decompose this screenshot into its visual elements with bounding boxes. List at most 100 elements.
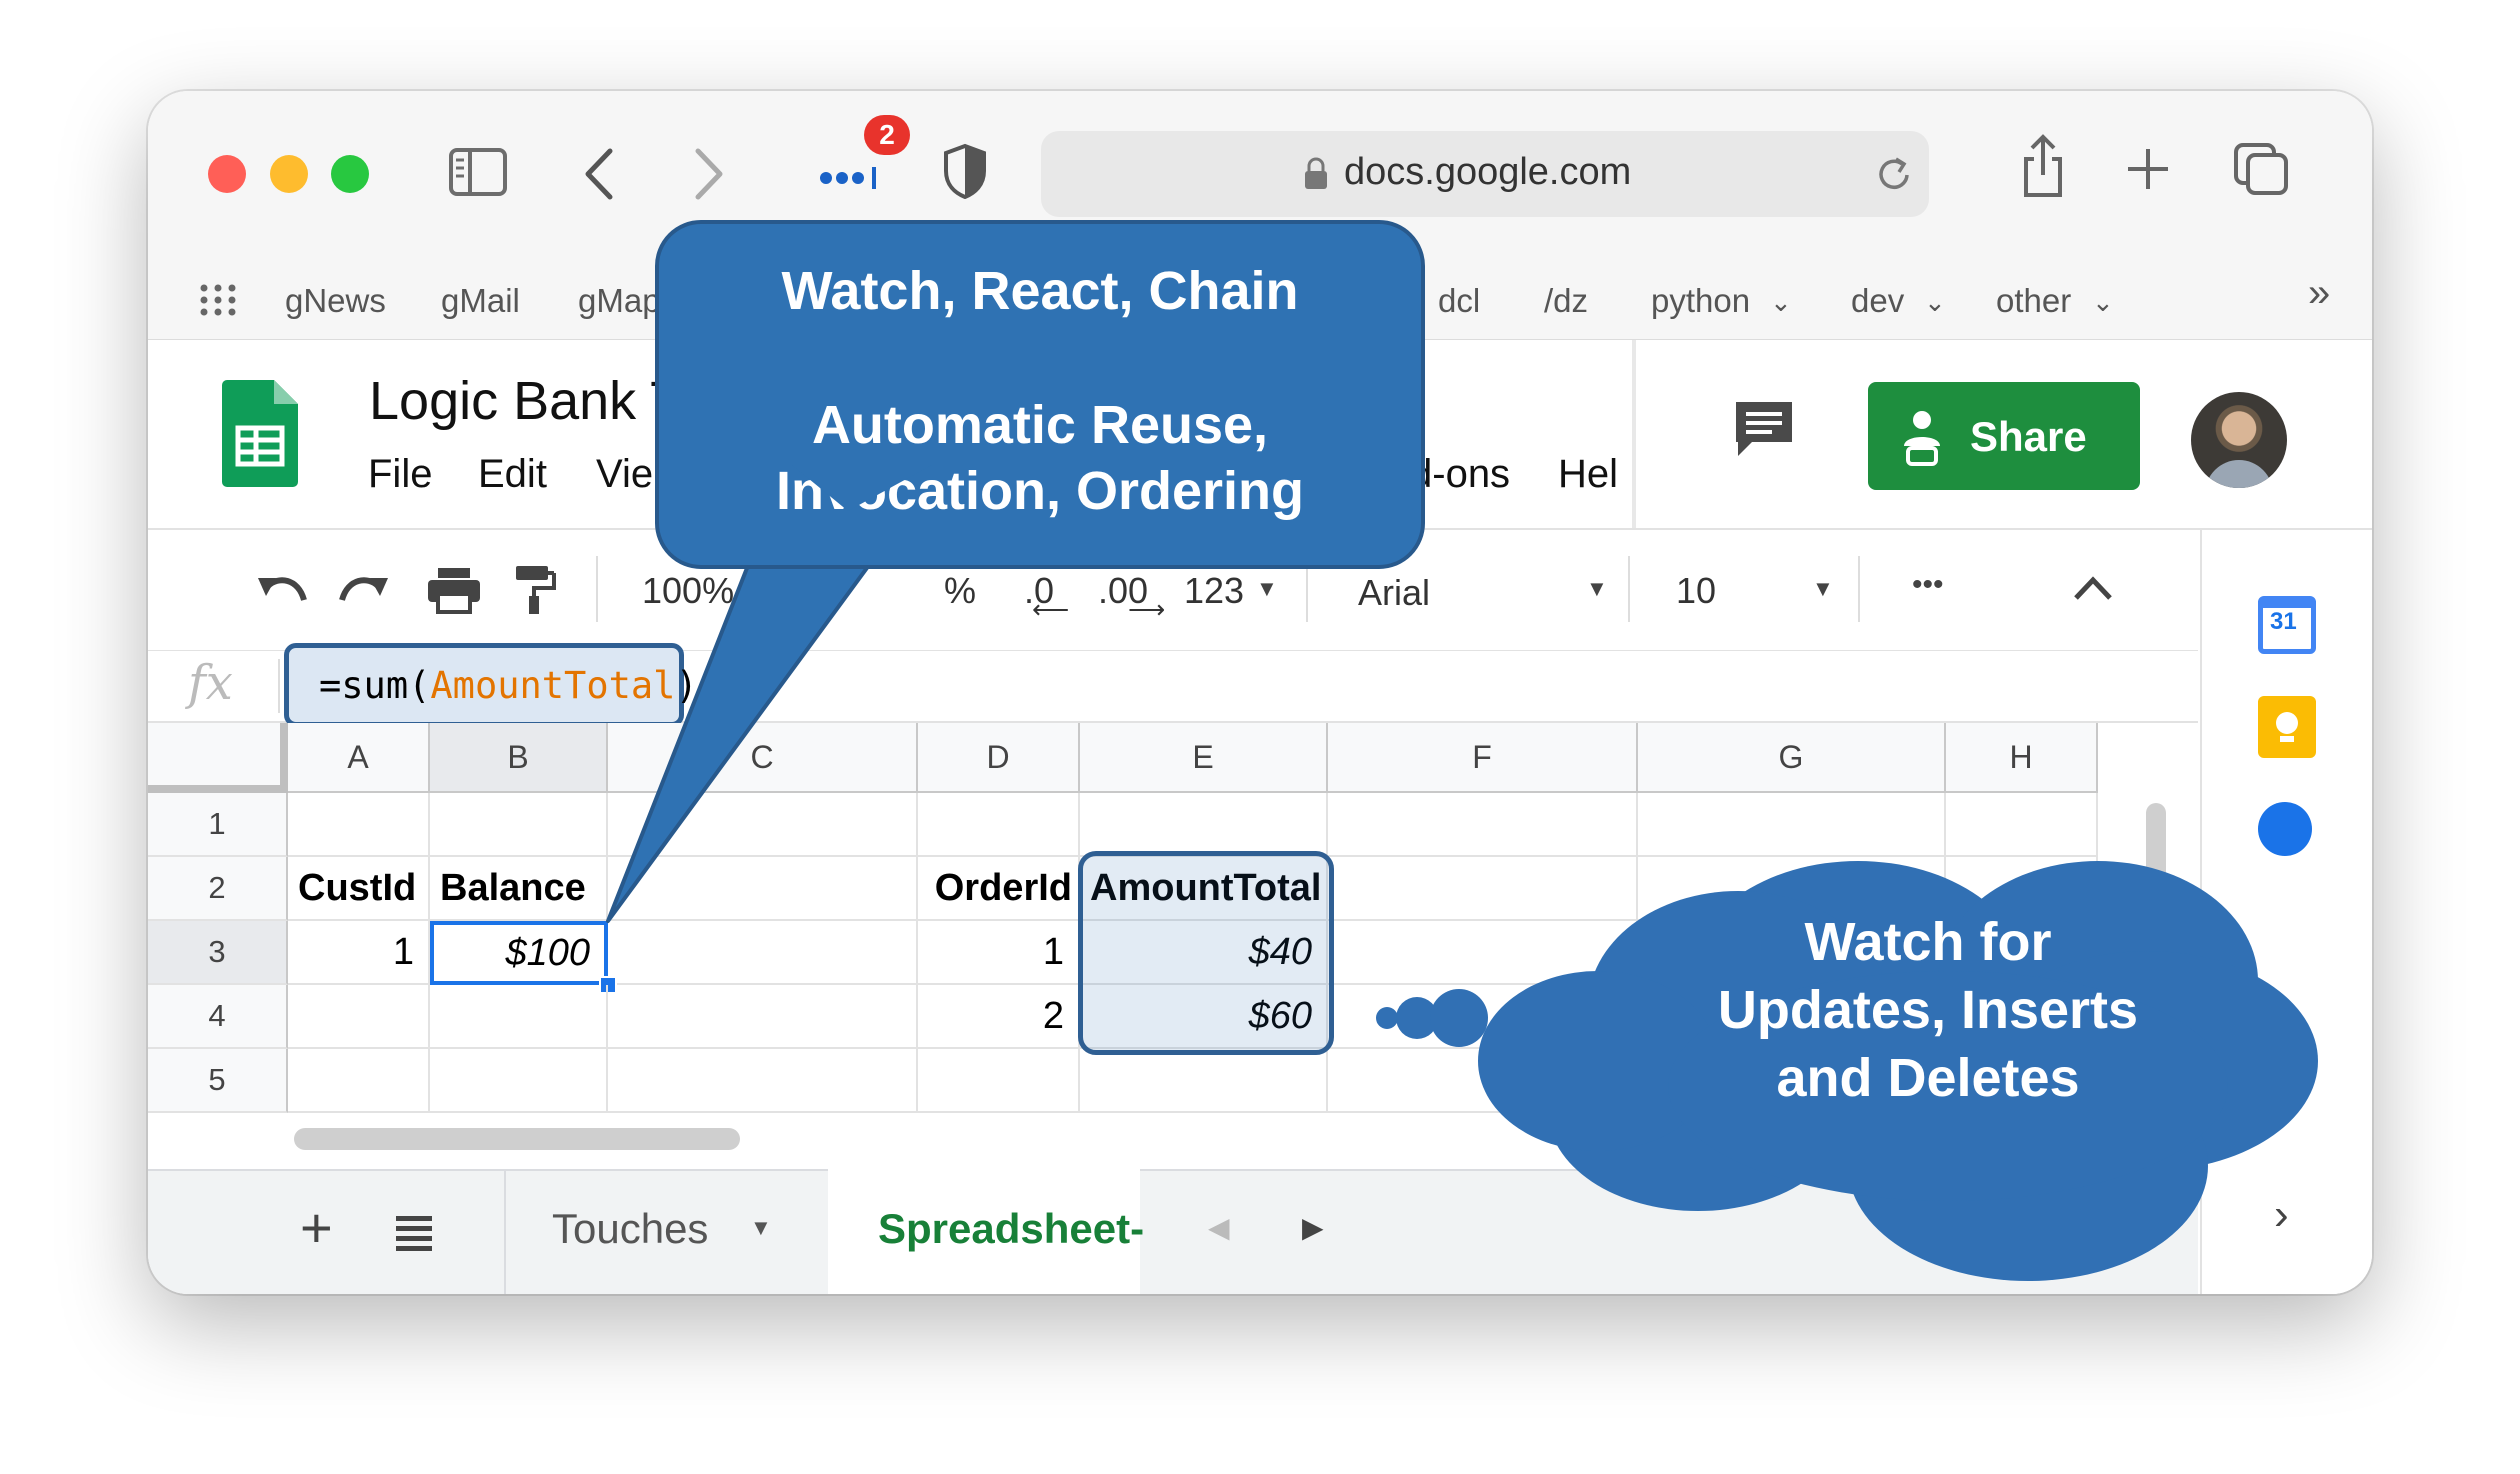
shield-icon[interactable] — [942, 143, 988, 199]
sheets-logo-icon[interactable] — [220, 378, 300, 488]
cell-d1[interactable] — [918, 793, 1080, 857]
expand-panel-icon[interactable]: › — [2274, 1190, 2289, 1240]
format-percent-button[interactable]: % — [944, 570, 976, 612]
cell-d3[interactable]: 1 — [918, 921, 1080, 985]
cell-c3[interactable] — [608, 921, 918, 985]
redo-icon[interactable] — [338, 570, 392, 610]
explore-icon[interactable] — [2058, 1201, 2118, 1261]
cell-f1[interactable] — [1328, 793, 1638, 857]
cell-d5[interactable] — [918, 1049, 1080, 1113]
cell-f3[interactable] — [1328, 921, 1638, 985]
avatar[interactable] — [2191, 392, 2287, 488]
all-sheets-icon[interactable] — [394, 1213, 434, 1251]
row-header-2[interactable]: 2 — [148, 857, 288, 921]
paint-format-icon[interactable] — [514, 564, 558, 616]
select-all-corner[interactable] — [148, 723, 288, 793]
formula-input[interactable]: =sum(AmountTotal) — [284, 643, 698, 727]
column-header-c[interactable]: C — [608, 723, 918, 793]
share-page-icon[interactable] — [2018, 133, 2068, 199]
menu-file[interactable]: File — [368, 452, 432, 497]
cell-c5[interactable] — [608, 1049, 918, 1113]
calendar-icon[interactable]: 31 — [2258, 596, 2316, 654]
print-icon[interactable] — [426, 566, 482, 614]
bookmark-dcl[interactable]: dcl — [1438, 282, 1480, 320]
cell-e5[interactable] — [1080, 1049, 1328, 1113]
cell-f2[interactable] — [1328, 857, 1638, 921]
cell-h5[interactable] — [1946, 1049, 2098, 1113]
cell-a5[interactable] — [288, 1049, 430, 1113]
sidebar-icon[interactable] — [448, 147, 508, 197]
undo-icon[interactable] — [254, 570, 308, 610]
cell-c1[interactable] — [608, 793, 918, 857]
column-header-d[interactable]: D — [918, 723, 1080, 793]
cell-b5[interactable] — [430, 1049, 608, 1113]
menu-help[interactable]: Hel — [1558, 452, 1618, 497]
document-title[interactable]: Logic Bank T — [369, 370, 683, 432]
cell-b3[interactable]: $100 — [430, 921, 608, 985]
tab-overview-icon[interactable] — [2232, 141, 2290, 197]
row-header-3[interactable]: 3 — [148, 921, 288, 985]
add-sheet-button[interactable]: + — [300, 1195, 333, 1260]
cell-g4[interactable] — [1638, 985, 1946, 1049]
cell-f5[interactable] — [1328, 1049, 1638, 1113]
new-tab-icon[interactable] — [2126, 147, 2170, 191]
scroll-tabs-right-icon[interactable]: ▶ — [1302, 1211, 1324, 1244]
cell-a3[interactable]: 1 — [288, 921, 430, 985]
apps-grid-icon[interactable] — [198, 283, 238, 317]
more-bookmarks-icon[interactable]: » — [2308, 271, 2330, 316]
cell-h1[interactable] — [1946, 793, 2098, 857]
column-header-b[interactable]: B — [430, 723, 608, 793]
cell-a1[interactable] — [288, 793, 430, 857]
forward-icon[interactable] — [688, 147, 728, 201]
share-button[interactable]: Share — [1868, 382, 2140, 490]
bookmark-gmap[interactable]: gMap — [578, 282, 661, 320]
column-header-e[interactable]: E — [1080, 723, 1328, 793]
row-header-1[interactable]: 1 — [148, 793, 288, 857]
close-window-button[interactable] — [208, 155, 246, 193]
reload-icon[interactable] — [1874, 153, 1914, 195]
cell-f4[interactable] — [1328, 985, 1638, 1049]
row-header-4[interactable]: 4 — [148, 985, 288, 1049]
column-header-h[interactable]: H — [1946, 723, 2098, 793]
cell-e1[interactable] — [1080, 793, 1328, 857]
number-format-select[interactable]: 123 — [1184, 570, 1244, 612]
cell-c2[interactable] — [608, 857, 918, 921]
cell-h3[interactable] — [1946, 921, 2098, 985]
column-header-g[interactable]: G — [1638, 723, 1946, 793]
bookmark-gnews[interactable]: gNews — [285, 282, 386, 320]
column-header-a[interactable]: A — [288, 723, 430, 793]
comment-icon[interactable] — [1732, 398, 1796, 460]
column-header-f[interactable]: F — [1328, 723, 1638, 793]
cell-d4[interactable]: 2 — [918, 985, 1080, 1049]
cell-a4[interactable] — [288, 985, 430, 1049]
zoom-window-button[interactable] — [331, 155, 369, 193]
cell-b2[interactable]: Balance — [430, 857, 608, 921]
horizontal-scrollbar[interactable] — [294, 1128, 740, 1150]
tasks-icon[interactable] — [2258, 802, 2312, 856]
extensions-icon[interactable] — [816, 163, 886, 193]
cell-h4[interactable] — [1946, 985, 2098, 1049]
scroll-tabs-left-icon[interactable]: ◀ — [1208, 1211, 1230, 1244]
menu-edit[interactable]: Edit — [478, 452, 547, 497]
font-family-select[interactable]: Arial — [1358, 572, 1430, 614]
minimize-window-button[interactable] — [270, 155, 308, 193]
cell-d2[interactable]: OrderId — [918, 857, 1080, 921]
menu-addons[interactable]: d-ons — [1410, 452, 1510, 497]
cell-a2[interactable]: CustId — [288, 857, 430, 921]
bookmark-other[interactable]: other — [1996, 282, 2071, 320]
cell-g2[interactable] — [1638, 857, 1946, 921]
row-header-5[interactable]: 5 — [148, 1049, 288, 1113]
collapse-toolbar-icon[interactable] — [2072, 572, 2114, 602]
cell-g5[interactable] — [1638, 1049, 1946, 1113]
keep-icon[interactable] — [2258, 696, 2316, 758]
bookmark-gmail[interactable]: gMail — [441, 282, 520, 320]
cell-c4[interactable] — [608, 985, 918, 1049]
vertical-scrollbar[interactable] — [2146, 803, 2166, 943]
menu-view[interactable]: Vie — [596, 452, 653, 497]
tab-spreadsheet[interactable]: Spreadsheet- — [828, 1169, 1144, 1294]
cell-h2[interactable] — [1946, 857, 2098, 921]
address-bar[interactable]: docs.google.com — [1041, 131, 1929, 217]
more-options-button[interactable]: ••• — [1912, 568, 1944, 602]
bookmark-python[interactable]: python — [1651, 282, 1750, 320]
cell-b4[interactable] — [430, 985, 608, 1049]
